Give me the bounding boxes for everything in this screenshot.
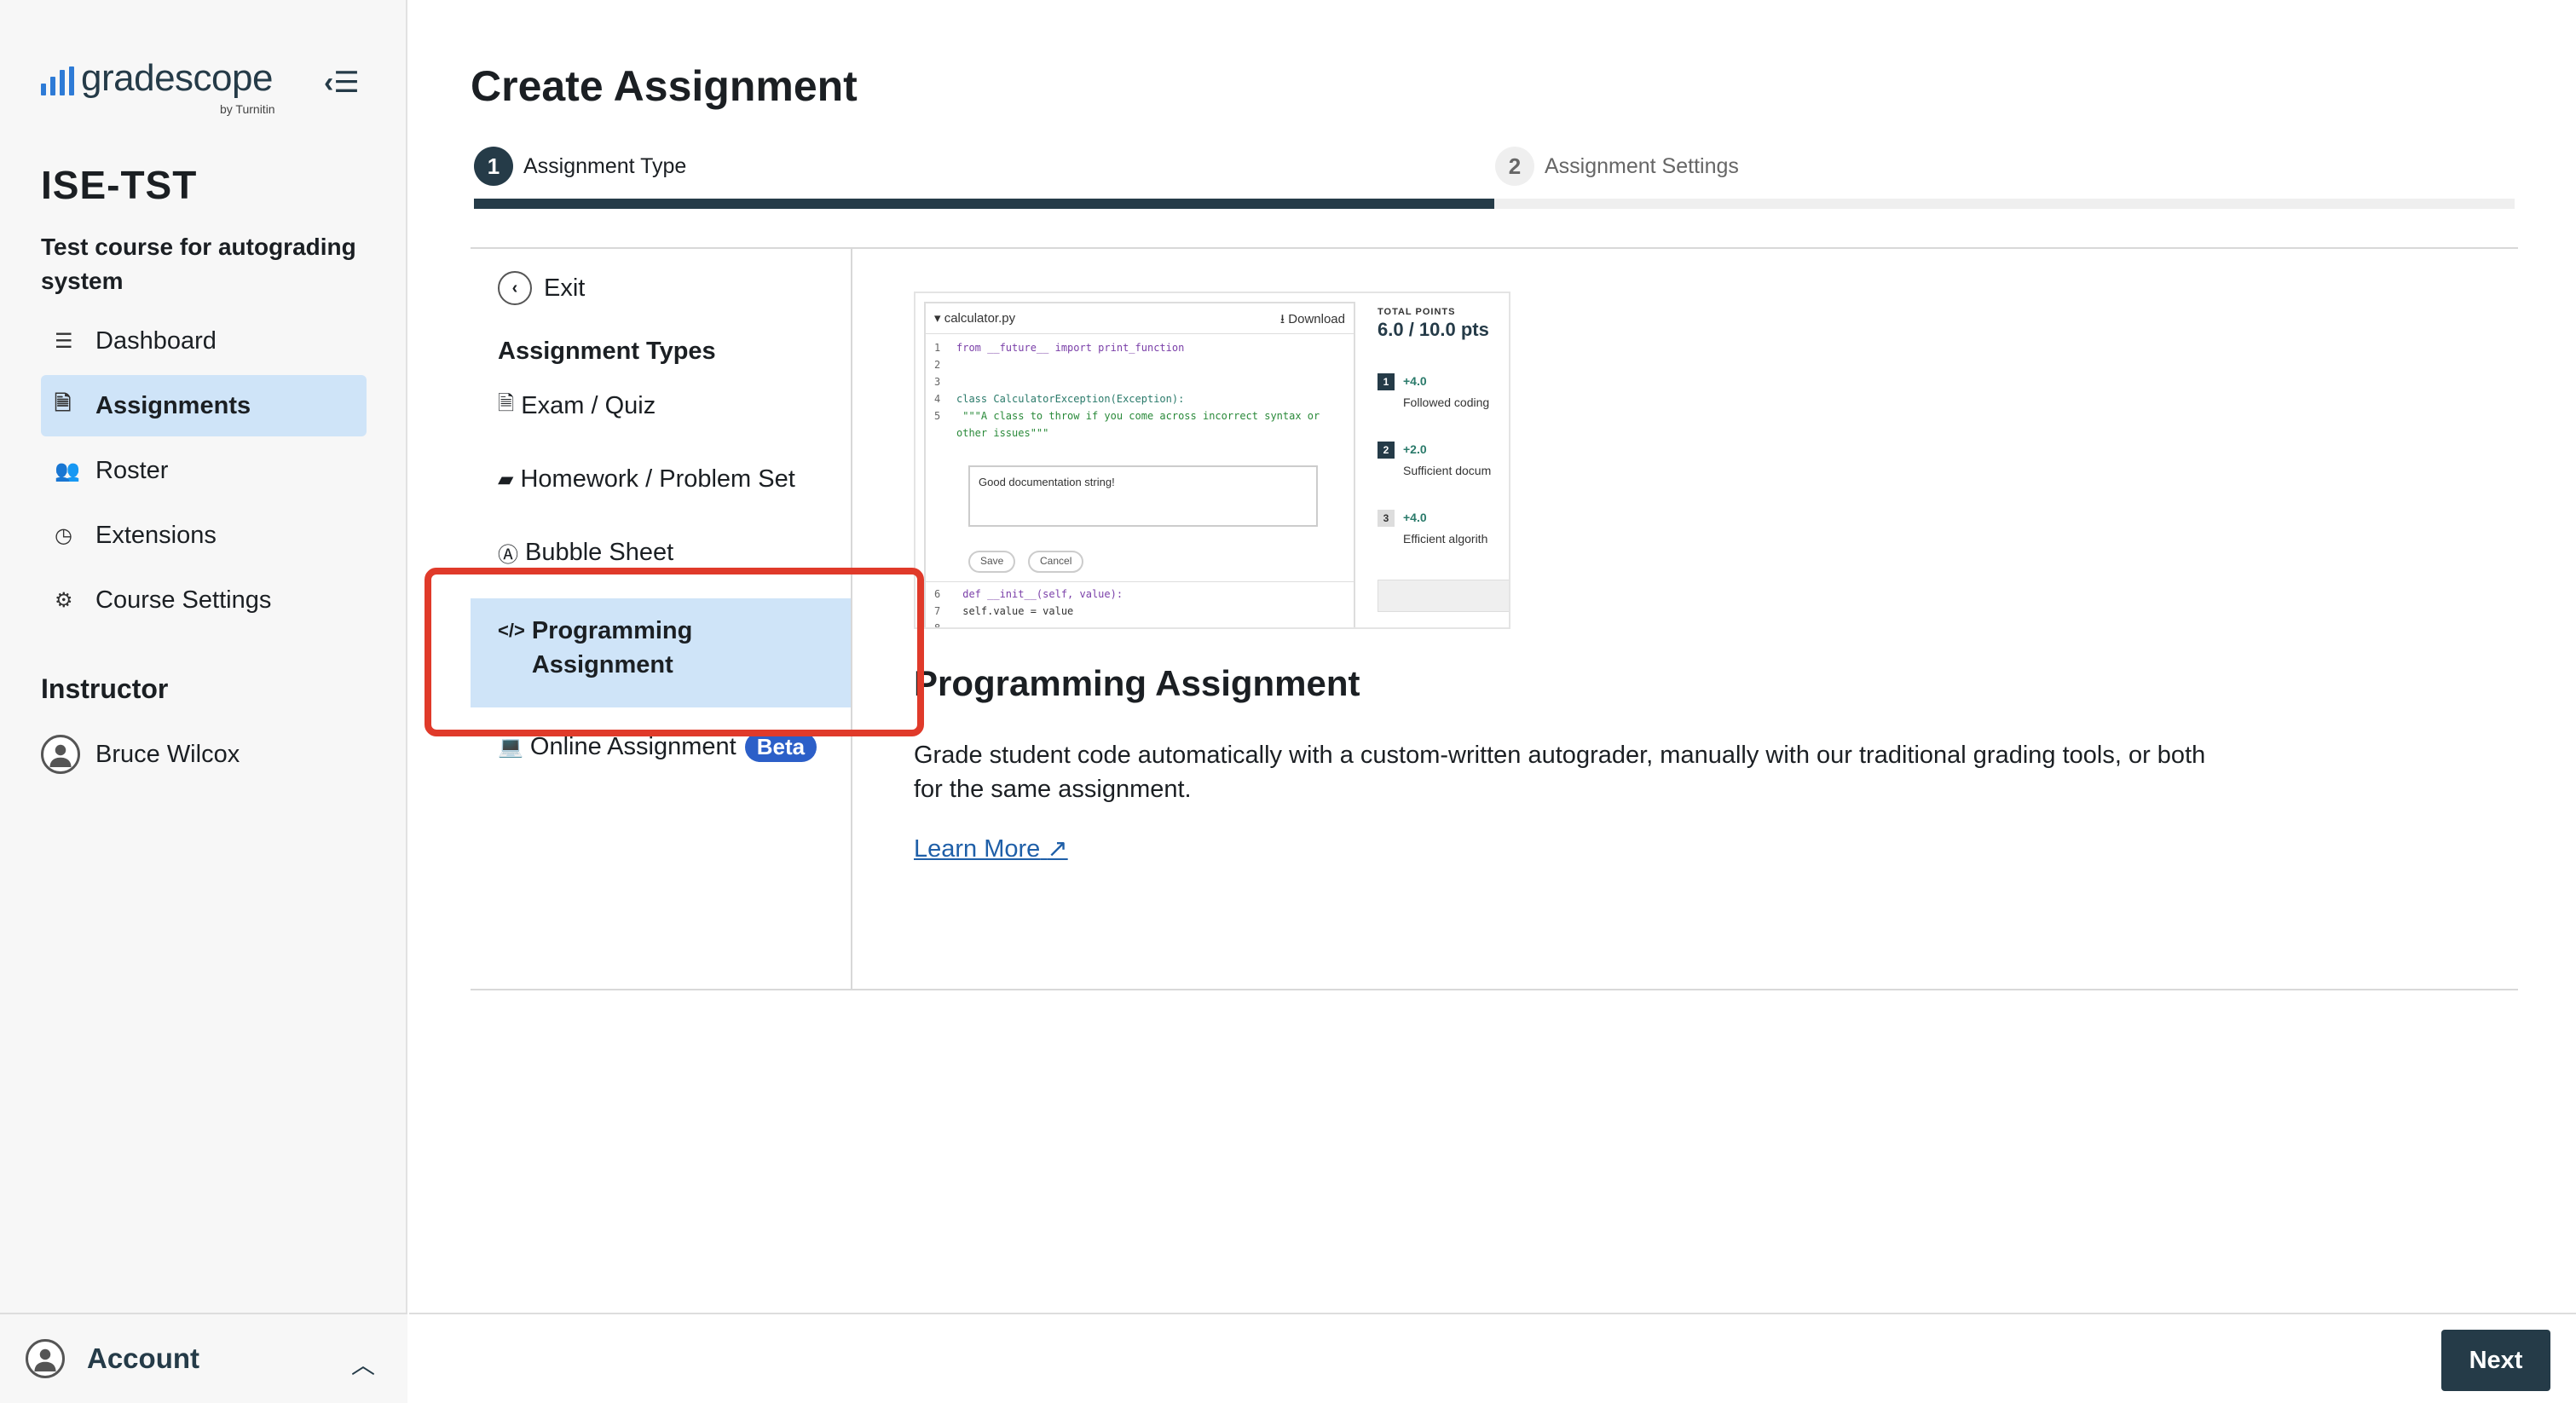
account-menu[interactable]: Account ︿ bbox=[0, 1313, 407, 1403]
code-line: 7 self.value = value bbox=[934, 605, 1074, 617]
main-content: Create Assignment 1 Assignment Type 2 As… bbox=[409, 0, 2576, 1313]
code-block-2: 6 def __init__(self, value): 7 self.valu… bbox=[926, 581, 1354, 629]
nav-item-assignments[interactable]: 🗎 Assignments bbox=[41, 375, 367, 436]
nav-label: Course Settings bbox=[95, 586, 272, 614]
assignment-types-heading: Assignment Types bbox=[498, 338, 716, 365]
footer-bar: Next bbox=[409, 1313, 2576, 1403]
step-number: 1 bbox=[474, 147, 513, 186]
clock-icon: ◷ bbox=[55, 523, 72, 547]
rubric-input bbox=[1378, 580, 1509, 612]
type-label: Bubble Sheet bbox=[525, 538, 674, 566]
step-number: 2 bbox=[1495, 147, 1534, 186]
users-icon: 👥 bbox=[55, 459, 80, 482]
detail-body: Grade student code automatically with a … bbox=[914, 742, 2206, 803]
code-block: 1 from __future__ import print_function 2… bbox=[926, 334, 1354, 442]
sidebar: gradescope by Turnitin ‹☰ ISE-TST Test c… bbox=[0, 0, 407, 1403]
type-homework-problem-set[interactable]: ▰ Homework / Problem Set bbox=[471, 455, 851, 503]
page-title: Create Assignment bbox=[471, 62, 858, 110]
book-icon: ▰ bbox=[498, 467, 514, 491]
next-button[interactable]: Next bbox=[2441, 1330, 2550, 1391]
nav-label: Assignments bbox=[95, 391, 251, 419]
code-line: 4 class CalculatorException(Exception): bbox=[934, 393, 1185, 405]
exit-label: Exit bbox=[544, 274, 586, 302]
learn-more-link[interactable]: Learn More ↗ bbox=[914, 834, 1068, 863]
exit-button[interactable]: ‹ Exit bbox=[498, 271, 585, 305]
type-label: Exam / Quiz bbox=[521, 391, 656, 419]
total-points: TOTAL POINTS 6.0 / 10.0 pts bbox=[1367, 302, 1509, 346]
wizard-progress-bar bbox=[474, 199, 2515, 209]
nav-label: Extensions bbox=[95, 521, 217, 549]
nav-item-course-settings[interactable]: ⚙ Course Settings bbox=[41, 569, 367, 631]
type-label: Homework / Problem Set bbox=[520, 465, 795, 493]
total-points-value: 6.0 / 10.0 pts bbox=[1378, 319, 1489, 340]
step-assignment-type: 1 Assignment Type bbox=[474, 147, 686, 186]
logo-bars-icon bbox=[41, 66, 74, 95]
code-line: 8 bbox=[934, 622, 941, 629]
highlight-box bbox=[425, 568, 924, 736]
dashboard-icon: ☰ bbox=[55, 329, 73, 353]
code-line: 3 bbox=[934, 376, 941, 388]
rubric-item: 2 +2.0 Sufficient docum bbox=[1378, 442, 1505, 477]
document-icon: 🗎 bbox=[55, 391, 72, 415]
cancel-button: Cancel bbox=[1028, 551, 1084, 573]
account-label: Account bbox=[87, 1342, 199, 1374]
instructor-user[interactable]: Bruce Wilcox bbox=[41, 735, 240, 774]
code-line: 1 from __future__ import print_function bbox=[934, 342, 1185, 354]
nav-item-dashboard[interactable]: ☰ Dashboard bbox=[41, 310, 367, 372]
save-button: Save bbox=[968, 551, 1016, 573]
nav-label: Roster bbox=[95, 456, 169, 484]
collapse-sidebar-icon[interactable]: ‹☰ bbox=[324, 68, 360, 97]
nav-item-roster[interactable]: 👥 Roster bbox=[41, 440, 367, 501]
wizard-progress-fill bbox=[474, 199, 1494, 209]
code-filename: ▾ calculator.py bbox=[934, 311, 1016, 326]
chevron-up-icon[interactable]: ︿ bbox=[351, 1347, 375, 1381]
nav-item-extensions[interactable]: ◷ Extensions bbox=[41, 505, 367, 566]
laptop-icon: 💻 bbox=[498, 735, 523, 759]
step-label: Assignment Settings bbox=[1545, 153, 1739, 178]
code-line: 6 def __init__(self, value): bbox=[934, 588, 1123, 600]
bubble-a-icon: Ⓐ bbox=[498, 543, 518, 567]
assignment-type-detail: ▾ calculator.py ⭳ Download 1 from __futur… bbox=[854, 249, 2516, 990]
gear-icon: ⚙ bbox=[55, 588, 73, 612]
type-label: Online Assignment bbox=[529, 732, 736, 760]
type-exam-quiz[interactable]: 🗎 Exam / Quiz bbox=[471, 382, 851, 430]
gradescope-logo[interactable]: gradescope by Turnitin bbox=[41, 57, 275, 116]
detail-title: Programming Assignment bbox=[914, 663, 1360, 703]
course-description: Test course for autograding system bbox=[41, 234, 356, 294]
programming-preview-image: ▾ calculator.py ⭳ Download 1 from __futur… bbox=[914, 292, 1510, 629]
brand-name: gradescope bbox=[81, 57, 273, 99]
total-points-label: TOTAL POINTS bbox=[1378, 307, 1456, 317]
avatar-icon bbox=[41, 735, 80, 774]
account-avatar-icon bbox=[26, 1339, 65, 1378]
code-line: 5 """A class to throw if you come across… bbox=[934, 410, 1320, 422]
comment-box: Good documentation string! bbox=[968, 465, 1318, 527]
external-link-icon: ↗ bbox=[1047, 835, 1068, 863]
brand-byline: by Turnitin bbox=[220, 102, 275, 116]
code-line: other issues""" bbox=[956, 427, 1049, 439]
code-line: 2 bbox=[934, 359, 941, 371]
course-code[interactable]: ISE-TST bbox=[41, 162, 197, 208]
code-pane: ▾ calculator.py ⭳ Download 1 from __futur… bbox=[924, 302, 1355, 629]
rubric-pane: TOTAL POINTS 6.0 / 10.0 pts 1 +4.0 Follow… bbox=[1367, 302, 1509, 627]
document-icon: 🗎 bbox=[498, 391, 515, 415]
rubric-item: 3 +4.0 Efficient algorith bbox=[1378, 510, 1505, 546]
nav-label: Dashboard bbox=[95, 326, 217, 355]
download-link: ⭳ Download bbox=[1279, 312, 1345, 326]
step-assignment-settings: 2 Assignment Settings bbox=[1495, 147, 1739, 186]
step-label: Assignment Type bbox=[523, 153, 687, 178]
instructor-heading: Instructor bbox=[41, 673, 169, 704]
code-header: ▾ calculator.py ⭳ Download bbox=[926, 303, 1354, 334]
chevron-left-icon: ‹ bbox=[498, 271, 532, 305]
rubric-item: 1 +4.0 Followed coding bbox=[1378, 373, 1505, 409]
instructor-name: Bruce Wilcox bbox=[95, 740, 240, 768]
